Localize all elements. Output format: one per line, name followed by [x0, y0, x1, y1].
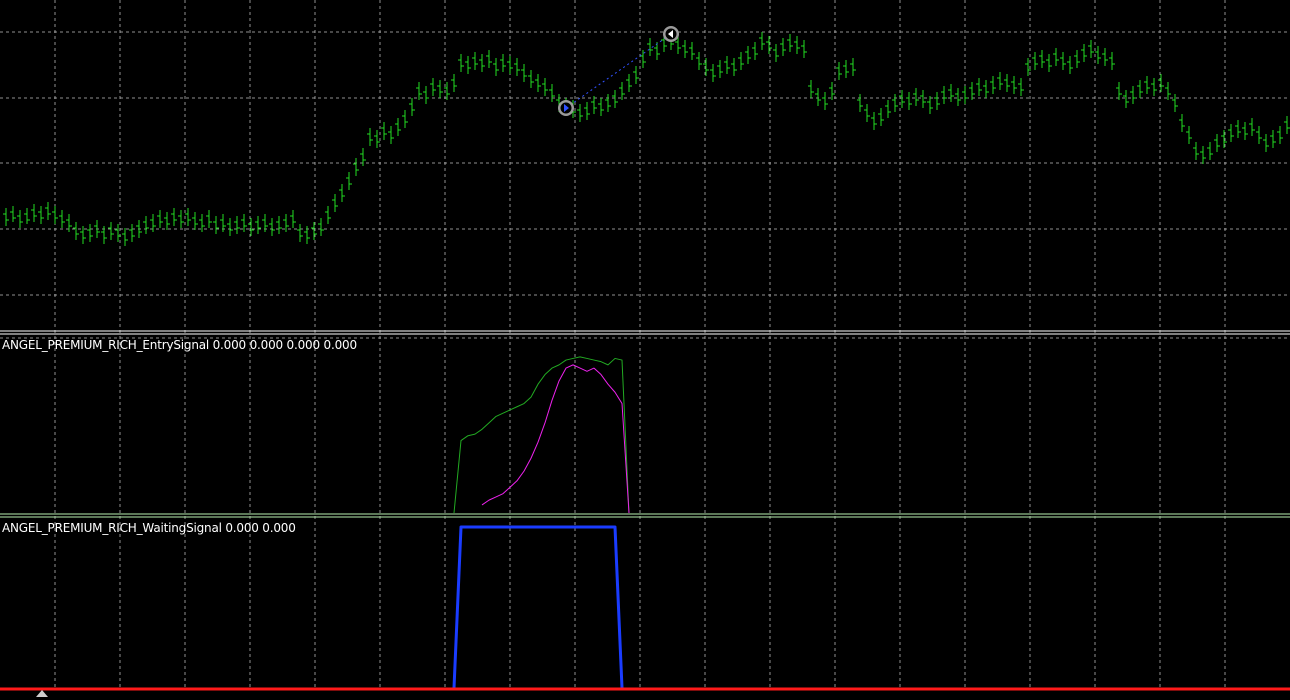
entry-signal-indicator-label: ANGEL_PREMIUM_RICH_EntrySignal 0.000 0.0…: [2, 338, 357, 352]
waiting-signal-indicator-label: ANGEL_PREMIUM_RICH_WaitingSignal 0.000 0…: [2, 521, 296, 535]
